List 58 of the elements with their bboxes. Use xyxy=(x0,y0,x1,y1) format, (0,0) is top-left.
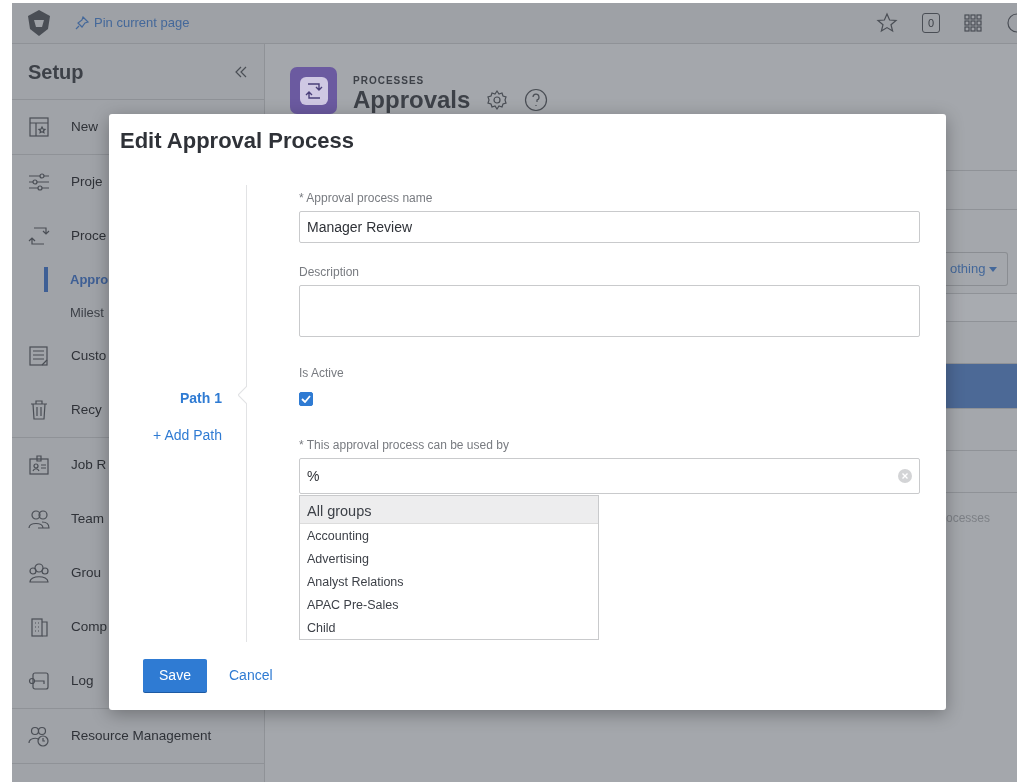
collapse-icon[interactable] xyxy=(234,65,248,78)
group-search-field[interactable]: % xyxy=(299,458,920,494)
sidebar-item[interactable]: Resource Management xyxy=(71,725,212,747)
field-label: * This approval process can be used by xyxy=(299,438,510,452)
sidebar-item[interactable]: Job R xyxy=(71,454,107,476)
sidebar-item-icon xyxy=(28,562,50,584)
search-icon[interactable] xyxy=(1007,12,1017,34)
sidebar-item[interactable]: Recy xyxy=(71,399,102,421)
sidebar-item-icon xyxy=(28,670,50,692)
sidebar-item-icon xyxy=(28,345,50,367)
add-path-link[interactable]: + Add Path xyxy=(153,425,222,446)
dropdown-option[interactable]: Analyst Relations xyxy=(300,570,598,593)
dropdown-option[interactable]: Accounting xyxy=(300,524,598,547)
active-indicator xyxy=(44,267,48,292)
clear-icon[interactable] xyxy=(898,469,912,483)
processes-icon xyxy=(290,67,337,114)
text-field[interactable]: Manager Review xyxy=(299,211,920,243)
sidebar-item[interactable]: Grou xyxy=(71,562,101,584)
sidebar-item-icon xyxy=(28,225,50,247)
field-label: Description xyxy=(299,265,361,279)
sidebar-item[interactable]: Team xyxy=(71,508,104,530)
sidebar-item-icon xyxy=(28,508,50,530)
dropdown-option[interactable]: Child xyxy=(300,616,598,639)
dropdown-option[interactable]: APAC Pre-Sales xyxy=(300,593,598,616)
sidebar-item[interactable]: Comp xyxy=(71,616,107,638)
counter-badge[interactable]: 0 xyxy=(921,13,940,33)
description-field[interactable] xyxy=(299,285,920,337)
sidebar-item[interactable]: Custo xyxy=(71,345,107,367)
apps-grid-icon[interactable] xyxy=(964,13,983,33)
sidebar-item-icon xyxy=(28,725,50,747)
sidebar-item-icon xyxy=(28,171,50,193)
sidebar-item-icon xyxy=(28,116,50,138)
sidebar-item[interactable]: Proce xyxy=(71,225,107,247)
dropdown-option[interactable]: Advertising xyxy=(300,547,598,570)
sidebar-item[interactable]: Log xyxy=(71,670,94,692)
cancel-link[interactable]: Cancel xyxy=(229,665,273,686)
list-row[interactable] xyxy=(946,363,1017,409)
sidebar-item[interactable]: Proje xyxy=(71,171,103,193)
settings-icon[interactable] xyxy=(486,89,509,111)
field-label: Is Active xyxy=(299,366,345,380)
save-button[interactable]: Save xyxy=(143,659,207,692)
checkbox[interactable] xyxy=(299,392,313,406)
caret-icon[interactable] xyxy=(989,267,998,273)
sidebar-item-icon xyxy=(28,399,50,421)
sidebar-item-icon xyxy=(28,454,50,476)
section-label: PROCESSES xyxy=(353,74,426,88)
sidebar-item[interactable]: New xyxy=(71,116,98,138)
page-title: Approvals xyxy=(353,88,471,112)
dropdown-option[interactable]: All groups xyxy=(300,496,598,524)
modal-title: Edit Approval Process xyxy=(119,127,355,155)
sidebar-subitem[interactable]: Milest xyxy=(70,302,104,323)
pin-icon xyxy=(74,15,90,31)
sidebar-item-icon xyxy=(28,616,50,638)
help-icon[interactable] xyxy=(524,88,549,112)
star-icon[interactable] xyxy=(875,12,898,34)
field-label: * Approval process name xyxy=(299,191,434,205)
path-tab[interactable]: Path 1 xyxy=(180,388,222,409)
sidebar-title: Setup xyxy=(28,59,84,85)
